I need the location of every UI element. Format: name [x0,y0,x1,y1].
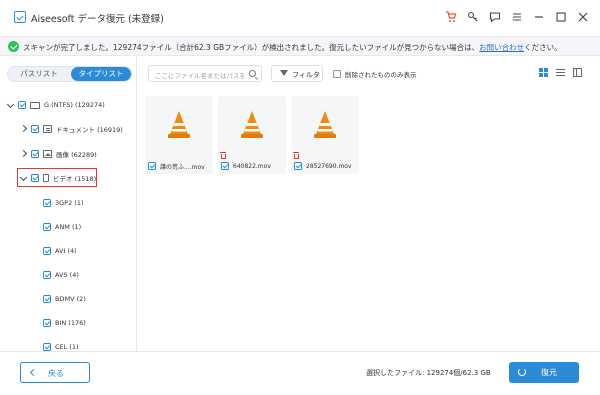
subtype-label: 3GP2 (1) [55,199,84,207]
contact-link[interactable]: お問い合わせ [479,43,524,52]
maximize-icon[interactable] [554,10,568,24]
back-button[interactable]: 戻る [20,362,90,383]
subtype-label: AVI (4) [55,247,77,255]
checkbox[interactable] [31,125,39,133]
vlc-icon [241,111,263,138]
tree-subtype[interactable]: BDMV (2) [43,292,86,306]
video-icon [43,174,49,182]
scan-complete-notice: スキャンが完了しました。129274ファイル（合計62.3 GBファイル）が検出… [0,36,600,56]
chevron-left-icon [29,368,38,377]
deleted-trash-icon [293,152,299,159]
file-name: 28527690.mov [306,162,352,170]
deleted-only-checkbox[interactable] [333,70,341,78]
minimize-icon[interactable] [532,10,546,24]
close-icon[interactable] [576,10,590,24]
drive-label: G:(NTFS) (129274) [44,101,105,109]
checkbox[interactable] [148,162,156,170]
checkbox[interactable] [294,162,302,170]
view-mode-switcher [539,68,582,77]
detail-view-icon[interactable] [573,68,582,77]
tree-subtype[interactable]: AVS (4) [43,268,79,282]
tree-category-documents[interactable]: ドキュメント (16919) [20,122,123,136]
checkbox[interactable] [31,174,39,182]
checkbox[interactable] [18,101,26,109]
subtype-label: BDMV (2) [55,295,86,303]
checkbox[interactable] [43,199,51,207]
key-icon[interactable] [466,10,480,24]
tree-subtype[interactable]: BIN (176) [43,316,86,330]
search-placeholder: ここにファイル名またはパスを [155,72,246,80]
search-icon[interactable] [249,70,256,77]
list-mode-tabs: パスリスト タイプリスト [7,66,132,82]
recover-label: 復元 [541,368,557,377]
success-check-icon [8,41,19,52]
notice-message: スキャンが完了しました。129274ファイル（合計62.3 GBファイル）が検出… [23,42,562,53]
category-label: 画像 (62289) [56,151,97,159]
window-title: Aiseesoft データ復元 (未登録) [31,14,164,25]
subtype-label: CEL (1) [55,343,79,351]
vlc-icon [314,111,336,138]
tree-subtype[interactable]: AVI (4) [43,244,77,258]
drive-icon [30,101,40,109]
category-label: ドキュメント (16919) [56,126,123,134]
vlc-icon [168,111,190,138]
chevron-right-icon[interactable] [20,125,28,133]
checkbox[interactable] [43,223,51,231]
title-bar-controls [444,10,590,24]
feedback-icon[interactable] [488,10,502,24]
tab-type-list[interactable]: タイプリスト [71,67,131,81]
tree-drive[interactable]: G:(NTFS) (129274) [7,98,105,112]
back-label: 戻る [48,369,64,378]
tree-category-images[interactable]: 画像 (62289) [20,147,97,161]
subtype-label: AVS (4) [55,271,79,279]
image-icon [43,150,52,158]
chevron-right-icon[interactable] [20,150,28,158]
recover-icon [518,368,526,376]
deleted-only-toggle[interactable]: 削除されたもののみ表示 [333,69,417,79]
menu-icon[interactable] [510,10,524,24]
title-bar: Aiseesoft データ復元 (未登録) [0,0,600,36]
filter-label: フィルタ [292,71,320,79]
chevron-down-icon[interactable] [7,101,15,109]
checkbox[interactable] [43,271,51,279]
chevron-down-icon[interactable] [20,174,28,182]
footer-bar: 戻る 選択したファイル: 129274個/62.3 GB 復元 [0,351,600,395]
tab-path-list[interactable]: パスリスト [8,67,70,81]
checkbox[interactable] [43,343,51,351]
notice-text: スキャンが完了しました。129274ファイル（合計62.3 GBファイル）が検出… [23,43,480,52]
selected-files-info: 選択したファイル: 129274個/62.3 GB [366,369,491,377]
file-name: 譲の荒ふ....mov [160,163,205,171]
deleted-only-label: 削除されたもののみ表示 [345,71,417,79]
subtype-label: ANM (1) [55,223,82,231]
tree-subtype[interactable]: ANM (1) [43,220,81,234]
tree-subtype[interactable]: 3GP2 (1) [43,196,84,210]
grid-view-icon[interactable] [539,68,548,77]
category-label: ビデオ (1518) [53,175,97,183]
recover-button[interactable]: 復元 [509,362,579,383]
file-item[interactable]: 譲の荒ふ....mov [148,160,205,172]
checkbox[interactable] [43,295,51,303]
checkbox[interactable] [31,150,39,158]
document-icon [43,125,52,133]
app-logo-icon [14,11,26,23]
checkbox[interactable] [43,319,51,327]
filter-icon [280,70,288,76]
tree-category-video[interactable]: ビデオ (1518) [20,171,96,185]
checkbox[interactable] [43,247,51,255]
file-item[interactable]: 640822.mov [221,160,271,172]
subtype-label: BIN (176) [55,319,86,327]
file-name: 640822.mov [233,162,271,170]
cart-icon[interactable] [444,10,458,24]
filter-button[interactable]: フィルタ [271,65,323,82]
search-input[interactable]: ここにファイル名またはパスを [148,65,262,82]
list-view-icon[interactable] [556,68,565,77]
notice-tail: ください。 [524,43,562,52]
deleted-trash-icon [220,152,226,159]
file-item[interactable]: 28527690.mov [294,160,352,172]
checkbox[interactable] [221,162,229,170]
